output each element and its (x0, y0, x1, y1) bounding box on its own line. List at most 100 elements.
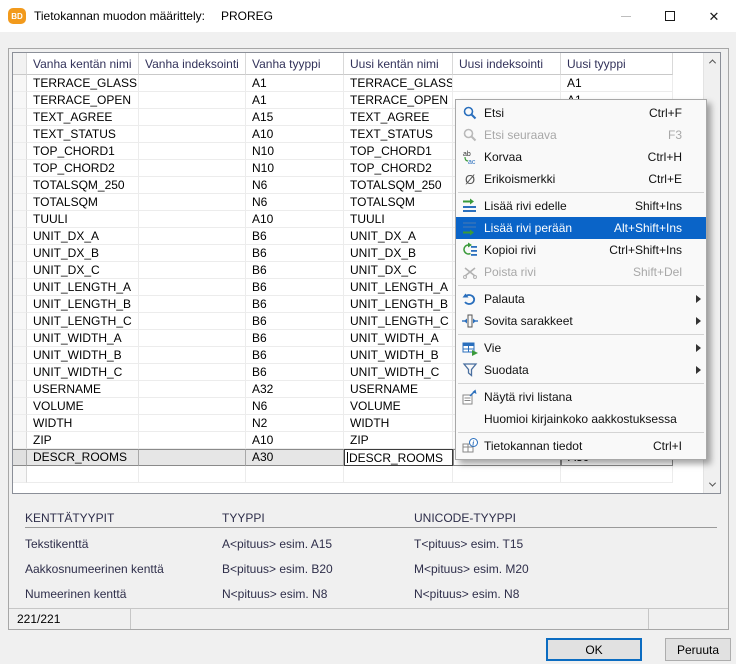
cell-new-name[interactable]: UNIT_WIDTH_C (344, 364, 453, 381)
cell-old-name[interactable]: TEXT_AGREE (27, 109, 139, 126)
cell-old-name[interactable]: UNIT_DX_C (27, 262, 139, 279)
cell-old-type[interactable]: B6 (246, 313, 344, 330)
cell-old-index[interactable] (139, 92, 246, 109)
cell-old-index[interactable] (139, 143, 246, 160)
cell-new-name[interactable]: TEXT_STATUS (344, 126, 453, 143)
scroll-up-button[interactable] (704, 53, 721, 70)
cell-old-index[interactable] (139, 160, 246, 177)
cell-old-name[interactable]: UNIT_WIDTH_A (27, 330, 139, 347)
cell-new-name[interactable]: UNIT_LENGTH_C (344, 313, 453, 330)
cell-new-name[interactable]: TOTALSQM_250 (344, 177, 453, 194)
cell-old-index[interactable] (139, 211, 246, 228)
menu-item-tietokannan-tiedot[interactable]: iTietokannan tiedotCtrl+I (456, 435, 706, 457)
cell-new-name[interactable]: TUULI (344, 211, 453, 228)
cell-old-name[interactable]: UNIT_LENGTH_B (27, 296, 139, 313)
column-header-vanha-kent-n-nimi[interactable]: Vanha kentän nimi (27, 53, 139, 75)
cell-new-type[interactable]: A1 (561, 75, 673, 92)
column-header-uusi-kent-n-nimi[interactable]: Uusi kentän nimi (344, 53, 453, 75)
cell-old-name[interactable]: TOP_CHORD1 (27, 143, 139, 160)
menu-item-suodata[interactable]: Suodata (456, 359, 706, 381)
menu-item-sovita-sarakkeet[interactable]: Sovita sarakkeet (456, 310, 706, 332)
cell-old-type[interactable]: N2 (246, 415, 344, 432)
column-header-vanha-tyyppi[interactable]: Vanha tyyppi (246, 53, 344, 75)
cell-new-name[interactable]: USERNAME (344, 381, 453, 398)
cell-old-type[interactable]: B6 (246, 245, 344, 262)
cell-old-name[interactable]: DESCR_ROOMS (27, 449, 139, 466)
cell-old-index[interactable] (139, 75, 246, 92)
cell-old-index[interactable] (139, 313, 246, 330)
cell-new-name[interactable]: ZIP (344, 432, 453, 449)
cell-old-index[interactable] (139, 228, 246, 245)
menu-item-korvaa[interactable]: abacKorvaaCtrl+H (456, 146, 706, 168)
cell-old-type[interactable]: N6 (246, 177, 344, 194)
cell-new-index[interactable] (453, 75, 561, 92)
cell-old-type[interactable]: B6 (246, 330, 344, 347)
cell-old-index[interactable] (139, 177, 246, 194)
menu-item-lis-rivi-per-n[interactable]: Lisää rivi peräänAlt+Shift+Ins (456, 217, 706, 239)
cell-new-name[interactable]: TOP_CHORD2 (344, 160, 453, 177)
cell-old-index[interactable] (139, 415, 246, 432)
cell-old-type[interactable]: B6 (246, 364, 344, 381)
cell-old-type[interactable]: B6 (246, 228, 344, 245)
cell-old-type[interactable]: B6 (246, 262, 344, 279)
cell-old-type[interactable]: A1 (246, 75, 344, 92)
cell-old-name[interactable]: TOTALSQM_250 (27, 177, 139, 194)
menu-item-lis-rivi-edelle[interactable]: Lisää rivi edelleShift+Ins (456, 195, 706, 217)
cell-old-name[interactable]: TERRACE_OPEN (27, 92, 139, 109)
cell-old-index[interactable] (139, 126, 246, 143)
cell-old-name[interactable]: TEXT_STATUS (27, 126, 139, 143)
column-header-vanha-indeksointi[interactable]: Vanha indeksointi (139, 53, 246, 75)
cell-old-index[interactable] (139, 449, 246, 466)
maximize-button[interactable] (648, 0, 692, 32)
cell-old-index[interactable] (139, 347, 246, 364)
cell-old-type[interactable]: N6 (246, 194, 344, 211)
cell-new-name[interactable]: UNIT_DX_B (344, 245, 453, 262)
cell-new-name[interactable]: UNIT_LENGTH_B (344, 296, 453, 313)
cell-old-name[interactable]: UNIT_DX_B (27, 245, 139, 262)
cell-new-name[interactable]: TOP_CHORD1 (344, 143, 453, 160)
cell-old-type[interactable]: N10 (246, 143, 344, 160)
menu-item-etsi[interactable]: EtsiCtrl+F (456, 102, 706, 124)
cell-new-name[interactable]: WIDTH (344, 415, 453, 432)
cell-new-name[interactable]: TERRACE_OPEN (344, 92, 453, 109)
cell-old-index[interactable] (139, 262, 246, 279)
menu-item-palauta[interactable]: Palauta (456, 288, 706, 310)
cell-old-index[interactable] (139, 381, 246, 398)
minimize-button[interactable] (604, 0, 648, 32)
cell-old-type[interactable]: B6 (246, 296, 344, 313)
cell-old-name[interactable]: WIDTH (27, 415, 139, 432)
menu-item-erikoismerkki[interactable]: ØErikoismerkkiCtrl+E (456, 168, 706, 190)
cell-old-name[interactable]: UNIT_DX_A (27, 228, 139, 245)
column-header-uusi-tyyppi[interactable]: Uusi tyyppi (561, 53, 673, 75)
cell-old-type[interactable]: N10 (246, 160, 344, 177)
cell-new-name[interactable]: DESCR_ROOMS (344, 449, 453, 466)
cell-old-type[interactable]: A10 (246, 432, 344, 449)
cell-old-type[interactable]: A1 (246, 92, 344, 109)
ok-button[interactable]: OK (546, 638, 642, 661)
cell-old-name[interactable]: USERNAME (27, 381, 139, 398)
cell-old-name[interactable]: UNIT_LENGTH_A (27, 279, 139, 296)
close-button[interactable]: ✕ (692, 0, 736, 32)
cancel-button[interactable]: Peruuta (665, 638, 731, 661)
cell-old-name[interactable]: VOLUME (27, 398, 139, 415)
cell-new-name[interactable]: UNIT_LENGTH_A (344, 279, 453, 296)
cell-new-name[interactable]: TERRACE_GLASS (344, 75, 453, 92)
menu-item-kopioi-rivi[interactable]: Kopioi riviCtrl+Shift+Ins (456, 239, 706, 261)
cell-old-type[interactable]: B6 (246, 347, 344, 364)
cell-old-name[interactable]: TOTALSQM (27, 194, 139, 211)
cell-old-index[interactable] (139, 398, 246, 415)
cell-old-index[interactable] (139, 364, 246, 381)
scroll-down-button[interactable] (704, 476, 721, 493)
cell-old-index[interactable] (139, 296, 246, 313)
cell-new-name[interactable]: UNIT_DX_C (344, 262, 453, 279)
cell-new-name[interactable]: UNIT_WIDTH_B (344, 347, 453, 364)
cell-new-name[interactable]: TOTALSQM (344, 194, 453, 211)
cell-old-name[interactable]: TUULI (27, 211, 139, 228)
cell-new-name[interactable]: VOLUME (344, 398, 453, 415)
cell-old-index[interactable] (139, 279, 246, 296)
cell-new-name[interactable]: UNIT_DX_A (344, 228, 453, 245)
cell-old-type[interactable]: B6 (246, 279, 344, 296)
column-header-uusi-indeksointi[interactable]: Uusi indeksointi (453, 53, 561, 75)
cell-old-index[interactable] (139, 109, 246, 126)
cell-old-type[interactable]: N6 (246, 398, 344, 415)
